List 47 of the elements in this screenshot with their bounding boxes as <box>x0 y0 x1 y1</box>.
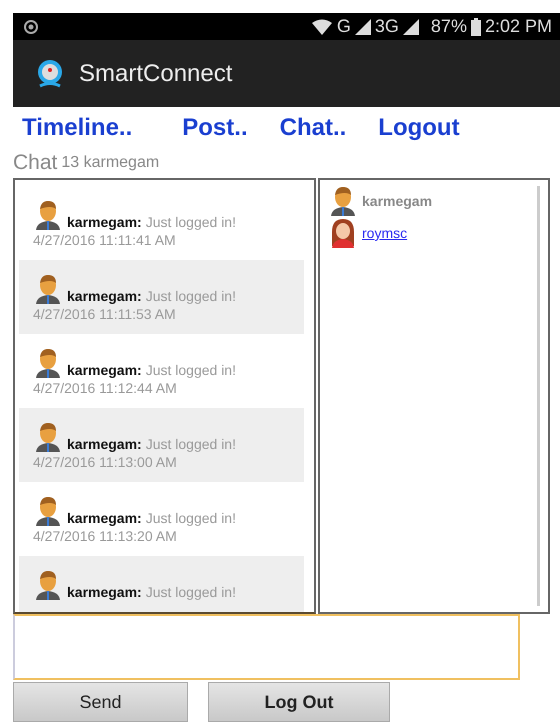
nav-link[interactable]: Logout <box>378 114 460 142</box>
message-time: 4/27/2016 11:11:41 AM <box>33 232 177 248</box>
signal-icon <box>354 18 371 34</box>
message-text: Just logged in! <box>146 436 236 452</box>
male-user-icon <box>33 422 63 452</box>
app-logo-icon <box>35 58 65 88</box>
message-sender: karmegam: <box>67 436 142 452</box>
nav-link[interactable]: Timeline.. <box>22 114 132 142</box>
message-sender: karmegam: <box>67 214 142 230</box>
network-type: G <box>336 16 351 37</box>
nav-link[interactable]: Chat.. <box>280 114 346 142</box>
user-link[interactable]: roymsc <box>362 225 408 241</box>
nav-link[interactable]: Post.. <box>182 114 248 142</box>
message-sender: karmegam: <box>67 288 142 304</box>
message-time: 4/27/2016 11:13:00 AM <box>33 454 178 470</box>
chat-title: Chat <box>13 151 58 175</box>
male-user-icon <box>33 348 63 378</box>
message-text: Just logged in! <box>146 214 236 230</box>
message-input[interactable] <box>13 614 520 680</box>
message-text: Just logged in! <box>146 510 236 526</box>
clock: 2:02 PM <box>484 16 552 37</box>
male-user-icon <box>33 200 63 230</box>
male-user-icon <box>33 496 63 526</box>
battery-percent: 87% <box>430 16 467 37</box>
logout-button[interactable]: Log Out <box>208 682 390 722</box>
target-icon <box>23 18 39 34</box>
message-time: 4/27/2016 11:11:53 AM <box>33 306 177 322</box>
message-sender: karmegam: <box>67 510 142 526</box>
message-text: Just logged in! <box>146 584 236 600</box>
network-type: 3G <box>374 16 399 37</box>
chat-subtitle: 13 karmegam <box>61 154 160 172</box>
message-time: 4/27/2016 11:12:44 AM <box>33 380 178 396</box>
send-button[interactable]: Send <box>13 682 188 722</box>
wifi-icon <box>310 18 333 34</box>
male-user-icon <box>328 186 358 216</box>
scrollbar[interactable] <box>537 186 540 606</box>
message-sender: karmegam: <box>67 362 142 378</box>
message-text: Just logged in! <box>146 288 236 304</box>
message-time: 4/27/2016 11:13:20 AM <box>33 528 178 544</box>
male-user-icon <box>33 274 63 304</box>
battery-icon <box>470 18 481 36</box>
message-sender: karmegam: <box>67 584 142 600</box>
male-user-icon <box>33 570 63 600</box>
user-name: karmegam <box>362 193 432 209</box>
app-title: SmartConnect <box>79 60 232 88</box>
message-text: Just logged in! <box>146 362 236 378</box>
signal-icon <box>402 18 419 34</box>
